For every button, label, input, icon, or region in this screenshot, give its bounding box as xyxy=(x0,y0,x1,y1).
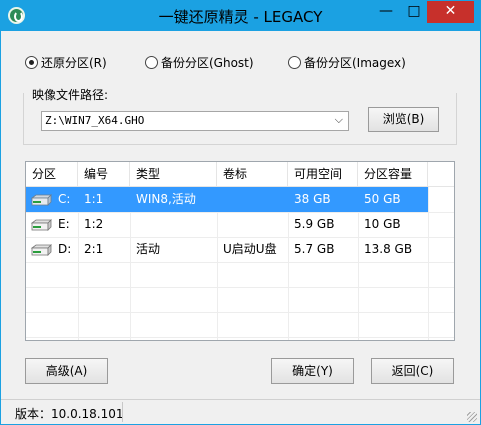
cell-type: WIN8,活动 xyxy=(136,192,196,206)
ok-button[interactable]: 确定(Y) xyxy=(271,358,354,384)
cell-partition: E: xyxy=(58,217,70,231)
cell-capacity: 13.8 GB xyxy=(364,242,413,256)
column-header-free[interactable]: 可用空间 xyxy=(288,162,358,187)
grid-line xyxy=(26,262,454,263)
radio-backup-imagex-label: 备份分区(Imagex) xyxy=(304,55,406,70)
cell-number: 2:1 xyxy=(84,242,104,256)
radio-backup-imagex[interactable]: 备份分区(Imagex) xyxy=(288,54,406,70)
cell-capacity: 50 GB xyxy=(364,192,401,206)
maximize-button[interactable]: □ xyxy=(401,1,427,23)
cell-partition: D: xyxy=(58,242,72,256)
grid-line xyxy=(26,337,454,338)
app-window: 一键还原精灵 - LEGACY — □ ✕ 还原分区(R) 备份分区(Ghost… xyxy=(0,0,481,425)
status-divider xyxy=(122,402,123,422)
grid-line xyxy=(26,287,454,288)
partition-table[interactable]: 分区 编号 类型 卷标 可用空间 分区容量 C: 1:1 WIN8,活动 38 … xyxy=(25,161,455,341)
cell-label: U启动U盘 xyxy=(223,242,277,256)
browse-button[interactable]: 浏览(B) xyxy=(368,107,439,132)
column-header-number[interactable]: 编号 xyxy=(78,162,130,187)
cell-type xyxy=(130,212,136,237)
image-path-value: Z:\WIN7_X64.GHO xyxy=(45,114,145,127)
advanced-button[interactable]: 高级(A) xyxy=(25,358,108,384)
column-header-capacity[interactable]: 分区容量 xyxy=(358,162,428,187)
cell-free: 38 GB xyxy=(294,192,331,206)
table-row[interactable]: D: 2:1 活动 U启动U盘 5.7 GB 13.8 GB xyxy=(26,237,428,262)
grid-line xyxy=(26,312,454,313)
cell-free: 5.9 GB xyxy=(294,217,335,231)
column-header-label[interactable]: 卷标 xyxy=(217,162,288,187)
cell-type: 活动 xyxy=(136,242,161,256)
cell-number: 1:1 xyxy=(84,192,104,206)
radio-restore[interactable]: 还原分区(R) xyxy=(25,54,107,70)
drive-icon xyxy=(30,194,52,206)
column-header-partition[interactable]: 分区 xyxy=(26,162,78,187)
minimize-button[interactable]: — xyxy=(373,1,399,23)
radio-checked-icon xyxy=(25,55,38,69)
radio-backup-ghost[interactable]: 备份分区(Ghost) xyxy=(145,54,254,70)
cell-capacity: 10 GB xyxy=(364,217,401,231)
radio-unchecked-icon xyxy=(145,55,158,69)
drive-icon xyxy=(30,219,52,231)
radio-restore-label: 还原分区(R) xyxy=(41,55,107,70)
grid-line xyxy=(428,187,429,340)
table-row[interactable]: C: 1:1 WIN8,活动 38 GB 50 GB xyxy=(26,187,428,212)
cell-free: 5.7 GB xyxy=(294,242,335,256)
image-path-combobox[interactable]: Z:\WIN7_X64.GHO ⌵ xyxy=(41,111,349,131)
radio-unchecked-icon xyxy=(288,55,301,69)
column-header-filler xyxy=(428,162,454,187)
title-bar[interactable]: 一键还原精灵 - LEGACY — □ ✕ xyxy=(1,1,480,31)
status-bar: 版本：10.0.18.101 xyxy=(1,399,480,424)
cell-label xyxy=(217,212,223,237)
cell-label xyxy=(217,187,223,212)
radio-backup-ghost-label: 备份分区(Ghost) xyxy=(161,55,254,70)
table-row[interactable]: E: 1:2 5.9 GB 10 GB xyxy=(26,212,428,237)
chevron-down-icon[interactable]: ⌵ xyxy=(335,113,343,127)
drive-icon xyxy=(30,244,52,256)
cell-number: 1:2 xyxy=(84,217,104,231)
close-button[interactable]: ✕ xyxy=(427,1,474,23)
column-header-type[interactable]: 类型 xyxy=(130,162,217,187)
resize-grip-icon[interactable] xyxy=(467,412,477,422)
version-text: 版本：10.0.18.101 xyxy=(15,407,124,421)
cell-partition: C: xyxy=(58,192,71,206)
back-button[interactable]: 返回(C) xyxy=(371,358,454,384)
image-path-label: 映像文件路径: xyxy=(29,86,112,103)
